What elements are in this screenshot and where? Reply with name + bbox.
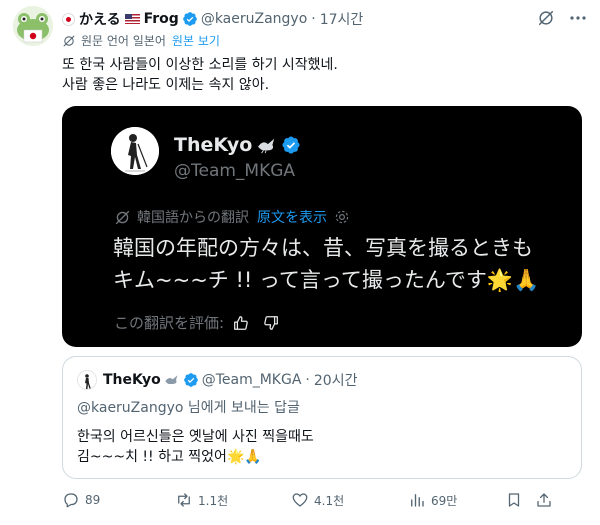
media-show-original: 原文を表示 [257,210,327,226]
views-chart-icon [411,494,424,507]
quoted-author-handle: @Team_MKGA [201,372,302,388]
quoted-dove-icon [165,375,178,384]
quoted-separator-dot: · [305,372,310,388]
bookmark-icon [508,493,520,507]
media-text-line2: キム~~~チ !! って言って撮ったんです [113,268,487,292]
tweet-text-line2: 사람 좋은 나라도 이제는 속지 않아. [62,77,270,93]
media-rate-translation: この翻訳を評価: [114,312,280,333]
tweet-time[interactable]: 17시간 [320,9,364,29]
reply-count: 89 [85,493,101,507]
author-name[interactable]: かえる [79,9,121,29]
share-icon [537,493,551,507]
media-translation-note: 韓国語からの翻訳 [137,210,249,226]
quoted-author-avatar [77,370,97,390]
tweet-text: 또 한국 사람들이 이상한 소리를 하기 시작했네. 사람 좋은 나라도 이제는… [62,55,338,95]
media-rate-label: この翻訳を評価: [114,314,225,332]
author-avatar[interactable] [13,6,53,46]
quoted-tweet-header: TheKyo @Team_MKGA · 20시간 [77,370,357,390]
dove-icon [258,138,275,154]
views-count: 69만 [431,493,458,508]
grok-icon[interactable] [537,9,555,27]
author-handle[interactable]: @kaeruZangyo [201,11,307,27]
quoted-author-name: TheKyo [103,372,161,388]
media-author-name: TheKyo [174,134,253,156]
translation-bar: 원문 언어 일본어 원본 보기 [62,32,220,49]
share-button[interactable] [535,489,558,511]
media-translation-bar: 韓国語からの翻訳 原文を表示 [114,207,350,227]
repost-count: 1.1천 [198,493,229,508]
gear-icon [335,210,349,224]
frog-avatar-image [13,6,53,46]
reply-icon [64,493,78,508]
japan-flag-icon [62,12,75,26]
quoted-tweet[interactable]: TheKyo @Team_MKGA · 20시간 @kaeruZangyo 님에… [62,356,582,479]
translate-icon [63,35,75,46]
media-text-line1: 韓国の年配の方々は、昔、写真を撮るときも [113,236,533,260]
translation-note: 원문 언어 일본어 [81,34,166,48]
tweet-text-line1: 또 한국 사람들이 이상한 소리를 하기 시작했네. [62,57,338,73]
quoted-reply-to: @kaeruZangyo 님에게 보내는 답글 [77,400,300,416]
quoted-emoji: 🌟🙏 [226,449,262,465]
separator-dot: · [311,11,316,27]
figure-avatar-small-image [85,374,91,389]
show-original-link[interactable]: 원본 보기 [172,32,220,49]
us-flag-icon [124,14,140,24]
views-button[interactable]: 69만 [408,489,457,511]
action-bar: 89 1.1천 4.1천 69만 [62,489,592,511]
media-translate-icon [115,210,130,224]
verified-badge-icon[interactable] [182,11,198,27]
reply-button[interactable]: 89 [62,489,100,511]
quoted-text-line2: 김~~~치 !! 하고 찍었어 [77,449,227,465]
media-author-name-row: TheKyo [174,134,301,156]
media-author-avatar [111,127,159,175]
quoted-tweet-time: 20시간 [313,373,358,389]
quoted-text-line1: 한국의 어르신들은 옛날에 사진 찍을때도 [77,429,314,445]
bookmark-button[interactable] [505,489,528,511]
media-translated-text: 韓国の年配の方々は、昔、写真を撮るときも キム~~~チ !! って言って撮ったん… [113,232,539,296]
tweet-header: かえる Frog @kaeruZangyo · 17시간 [62,9,363,29]
repost-button[interactable]: 1.1천 [175,489,228,511]
like-count: 4.1천 [314,493,345,508]
repost-icon [178,493,190,507]
more-options-icon[interactable] [568,8,588,28]
quoted-verified-badge-icon [183,373,198,387]
author-name-suffix[interactable]: Frog [144,11,179,27]
tweet-media-image[interactable]: TheKyo @Team_MKGA 韓国語からの翻訳 原文を表示 韓国の年配の方… [62,106,582,347]
thumbs-up-icon [234,315,248,330]
figure-avatar-image [111,127,159,175]
media-verified-badge-icon [282,136,300,154]
media-emoji: 🌟🙏 [486,268,540,292]
quoted-tweet-text: 한국의 어르신들은 옛날에 사진 찍을때도 김~~~치 !! 하고 찍었어🌟🙏 [77,427,314,467]
thumbs-down-icon [264,315,278,330]
media-author-handle: @Team_MKGA [174,161,296,181]
like-button[interactable]: 4.1천 [291,489,344,511]
heart-icon [292,493,308,507]
